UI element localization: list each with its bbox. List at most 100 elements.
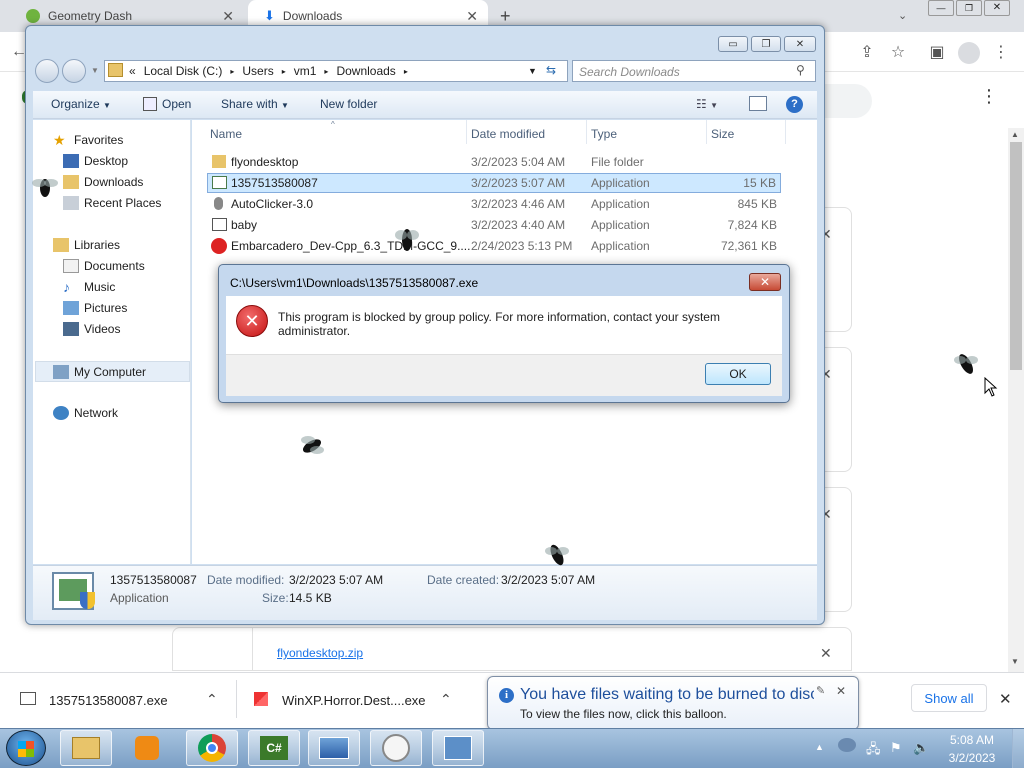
close-icon[interactable]: ✕ (999, 690, 1012, 708)
windows-logo-icon (18, 741, 34, 757)
file-size: 7,824 KB (727, 218, 777, 232)
search-input[interactable]: Search Downloads (572, 60, 816, 82)
taskbar-image-viewer[interactable] (308, 730, 360, 766)
table-row[interactable]: flyondesktop 3/2/2023 5:04 AM File folde… (207, 152, 781, 172)
recent-pages-icon[interactable]: ▼ (91, 66, 99, 75)
disc-burner-tray-icon[interactable] (838, 738, 856, 752)
close-button[interactable]: ✕ (749, 273, 781, 291)
chevron-down-icon[interactable]: ⌄ (898, 9, 907, 22)
maximize-button[interactable]: ❐ (956, 0, 982, 16)
help-icon[interactable]: ? (786, 96, 803, 113)
column-header-date[interactable]: Date modified (471, 127, 545, 141)
chevron-up-icon[interactable]: ⌃ (206, 691, 218, 708)
more-menu-icon[interactable]: ⋮ (990, 41, 1012, 63)
side-panel-icon[interactable]: ▣ (926, 41, 948, 63)
shelf-item-name[interactable]: 1357513580087.exe (49, 693, 168, 708)
clock-time[interactable]: 5:08 AM (944, 733, 1000, 747)
minimize-button[interactable]: — (928, 0, 954, 16)
nav-videos[interactable]: Videos (63, 322, 120, 336)
table-row[interactable]: Embarcadero_Dev-Cpp_6.3_TDM-GCC_9.... 2/… (207, 236, 781, 256)
chevron-up-icon[interactable]: ⌃ (440, 691, 452, 708)
nav-my-computer[interactable]: My Computer (35, 361, 190, 382)
download-file-link[interactable]: flyondesktop.zip (277, 646, 363, 660)
nav-favorites[interactable]: ★ Favorites (53, 133, 123, 147)
nav-recent-places[interactable]: Recent Places (63, 196, 161, 210)
close-icon[interactable]: ✕ (466, 8, 478, 25)
nav-pictures[interactable]: Pictures (63, 301, 127, 315)
scroll-up-icon[interactable]: ▲ (1011, 130, 1019, 139)
column-header-type[interactable]: Type (591, 127, 617, 141)
search-icon[interactable]: ⚲ (796, 63, 805, 77)
close-icon[interactable]: ✕ (836, 684, 846, 698)
nav-downloads[interactable]: Downloads (63, 175, 143, 189)
network-tray-icon[interactable]: 🖧 (866, 740, 881, 762)
organize-menu[interactable]: Organize ▼ (51, 97, 111, 111)
chevron-down-icon: ▼ (281, 101, 289, 110)
scroll-down-icon[interactable]: ▼ (1011, 657, 1019, 666)
column-header-size[interactable]: Size (711, 127, 734, 141)
preview-pane-icon[interactable] (749, 96, 767, 111)
close-icon[interactable]: ✕ (820, 645, 832, 662)
shelf-item-name[interactable]: WinXP.Horror.Dest....exe (282, 693, 426, 708)
address-dropdown-icon[interactable]: ▼ (528, 66, 537, 76)
details-kind: Application (110, 591, 169, 605)
taskbar-clock[interactable] (370, 730, 422, 766)
close-icon[interactable]: ✕ (222, 8, 234, 25)
minimize-button[interactable]: ▭ (718, 36, 748, 52)
nav-network[interactable]: Network (53, 406, 118, 420)
nav-desktop[interactable]: Desktop (63, 154, 128, 168)
dialog-footer (226, 354, 782, 396)
breadcrumb-item[interactable]: Local Disk (C:) (144, 64, 223, 78)
taskbar-control-panel[interactable] (432, 730, 484, 766)
avatar[interactable] (958, 42, 980, 64)
forward-button[interactable] (62, 59, 86, 83)
taskbar-chrome[interactable] (186, 730, 238, 766)
breadcrumb-prefix[interactable]: « (129, 64, 136, 78)
show-all-button[interactable]: Show all (911, 684, 987, 712)
new-tab-button[interactable]: + (500, 6, 511, 27)
chevron-up-icon[interactable]: ▲ (815, 742, 824, 752)
start-button[interactable] (6, 730, 46, 766)
chevron-right-icon[interactable]: ▸ (324, 67, 328, 76)
breadcrumb-item[interactable]: Users (242, 64, 273, 78)
nav-libraries[interactable]: Libraries (53, 238, 120, 252)
column-header-name[interactable]: Name (210, 127, 242, 141)
show-desktop-button[interactable] (1012, 729, 1024, 768)
chevron-right-icon[interactable]: ▸ (230, 67, 234, 76)
chevron-right-icon[interactable]: ▸ (404, 67, 408, 76)
table-row[interactable]: AutoClicker-3.0 3/2/2023 4:46 AM Applica… (207, 194, 781, 214)
dialog-message: This program is blocked by group policy.… (278, 310, 720, 338)
taskbar-media-player[interactable] (121, 730, 173, 766)
scrollbar-thumb[interactable] (1010, 142, 1022, 370)
ok-button[interactable]: OK (705, 363, 771, 385)
table-row[interactable]: 1357513580087 3/2/2023 5:07 AM Applicati… (207, 173, 781, 193)
file-name: AutoClicker-3.0 (231, 197, 314, 211)
maximize-button[interactable]: ❐ (751, 36, 781, 52)
share-icon[interactable]: ⇪ (856, 41, 878, 63)
address-bar[interactable]: « Local Disk (C:) ▸ Users ▸ vm1 ▸ Downloads… (104, 60, 568, 82)
chevron-right-icon[interactable]: ▸ (282, 67, 286, 76)
flag-icon[interactable]: ⚑ (890, 740, 902, 756)
nav-music[interactable]: ♪ Music (63, 280, 115, 294)
back-button[interactable] (35, 59, 59, 83)
taskbar-explorer[interactable] (60, 730, 112, 766)
table-row[interactable]: baby 3/2/2023 4:40 AM Application 7,824 … (207, 215, 781, 235)
open-button[interactable]: Open (162, 97, 191, 111)
share-with-menu[interactable]: Share with ▼ (221, 97, 289, 111)
refresh-icon[interactable]: ⇆ (546, 63, 556, 77)
clock-date[interactable]: 3/2/2023 (944, 751, 1000, 765)
nav-documents[interactable]: Documents (63, 259, 145, 273)
nav-label: Music (84, 280, 116, 294)
view-options-icon[interactable]: ☷ ▼ (696, 97, 718, 111)
breadcrumb-item[interactable]: Downloads (336, 64, 395, 78)
pin-icon[interactable]: ✎ (816, 684, 825, 697)
star-icon[interactable]: ☆ (887, 41, 909, 63)
more-actions-icon[interactable]: ⋮ (980, 86, 998, 107)
new-folder-button[interactable]: New folder (320, 97, 377, 111)
close-window-button[interactable]: ✕ (784, 36, 816, 52)
taskbar-csharp[interactable]: C# (248, 730, 300, 766)
breadcrumb-item[interactable]: vm1 (294, 64, 317, 78)
close-window-button[interactable]: ✕ (984, 0, 1010, 16)
volume-icon[interactable]: 🔈 (913, 740, 929, 756)
search-downloads-bar[interactable] (820, 84, 872, 118)
